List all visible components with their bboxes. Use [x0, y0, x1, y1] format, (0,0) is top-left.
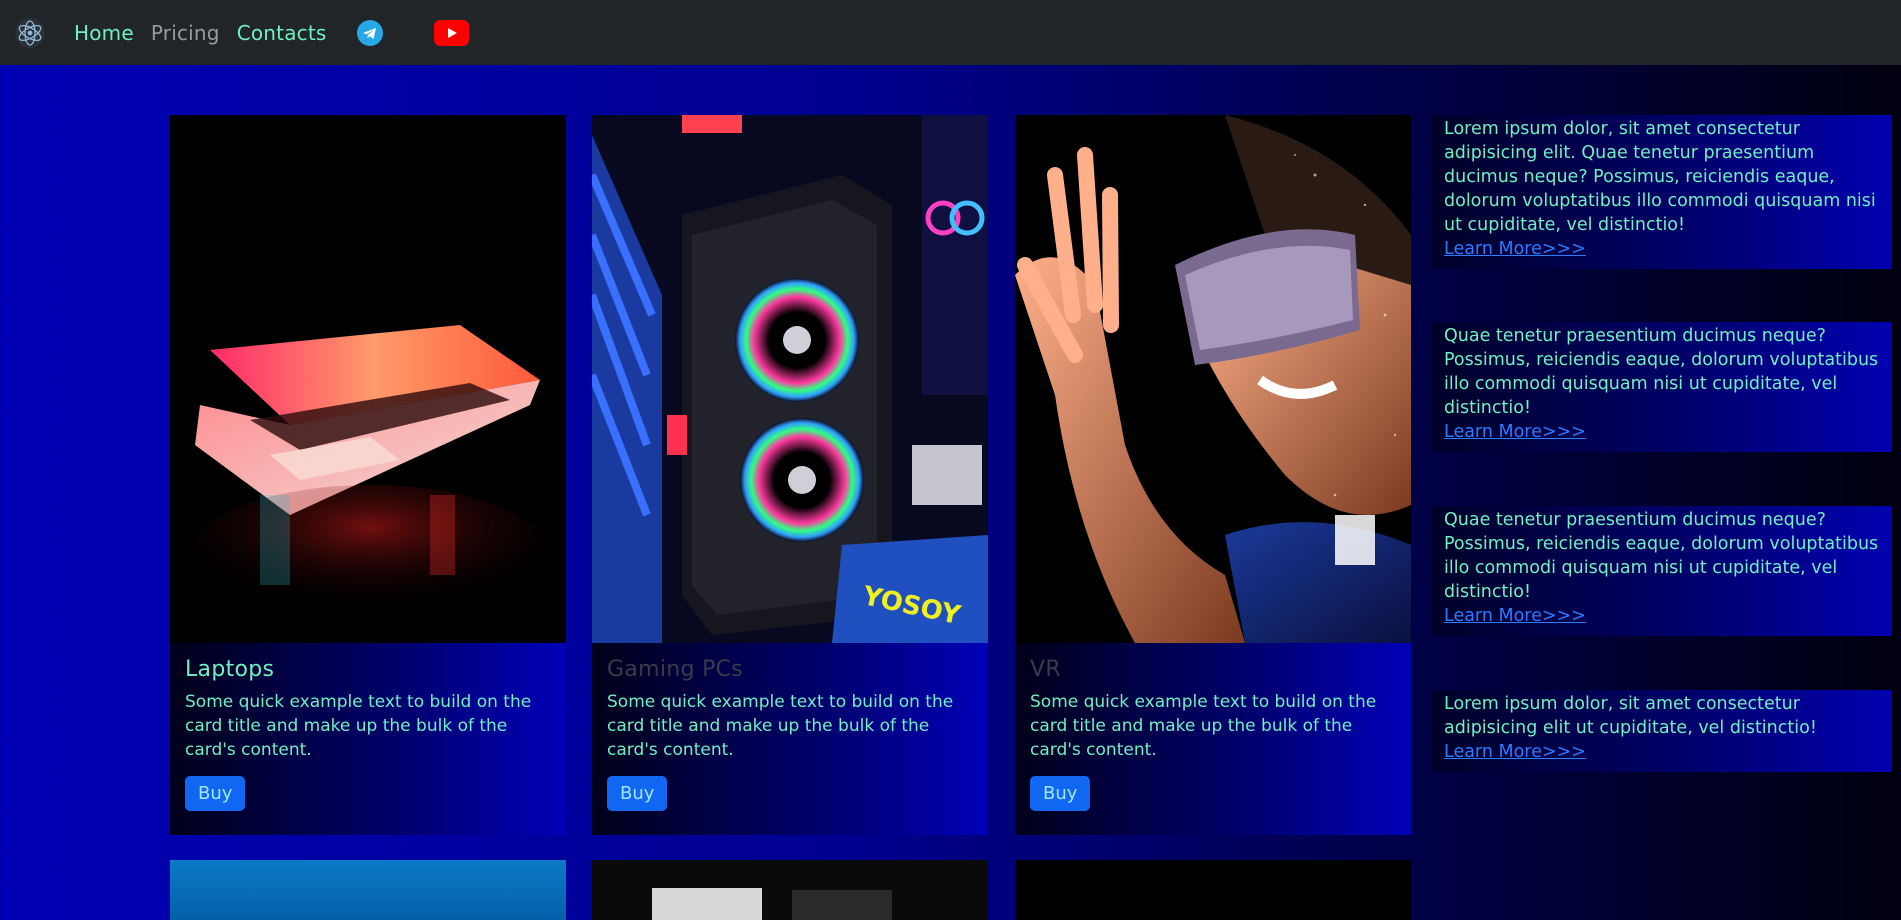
product-card-vr: VR Some quick example text to build on t…	[1015, 115, 1411, 835]
atom-logo-icon[interactable]	[14, 17, 46, 49]
navbar: Home Pricing Contacts	[0, 0, 1901, 65]
buy-button[interactable]: Buy	[1030, 776, 1091, 811]
buy-button[interactable]: Buy	[607, 776, 668, 811]
learn-more-link[interactable]: Learn More>>>	[1444, 237, 1880, 261]
vr-headset-photo	[1015, 115, 1411, 643]
info-text: Quae tenetur praesentium ducimus neque? …	[1444, 326, 1879, 418]
info-text: Quae tenetur praesentium ducimus neque? …	[1444, 510, 1879, 602]
info-box-2: Quae tenetur praesentium ducimus neque? …	[1432, 322, 1892, 452]
product-card-row2-3	[1015, 860, 1411, 920]
nav-link-contacts[interactable]: Contacts	[237, 21, 327, 45]
info-box-4: Lorem ipsum dolor, sit amet consectetur …	[1432, 690, 1892, 772]
product-card-row2-1	[170, 860, 566, 920]
product-card-gaming-pcs: YOSOY Gaming PCs Some quick example text…	[592, 115, 988, 835]
learn-more-link[interactable]: Learn More>>>	[1444, 604, 1880, 628]
laptop-photo	[170, 115, 566, 643]
card-title: Gaming PCs	[607, 657, 744, 682]
buy-button[interactable]: Buy	[185, 776, 246, 811]
product-card-laptops: Laptops Some quick example text to build…	[170, 115, 566, 835]
nav-link-pricing[interactable]: Pricing	[151, 21, 220, 45]
card-text: Some quick example text to build on the …	[1030, 692, 1377, 760]
info-box-3: Quae tenetur praesentium ducimus neque? …	[1432, 506, 1892, 636]
card-title: VR	[1030, 657, 1061, 682]
product-card-row2-2	[592, 860, 988, 920]
nav-link-home[interactable]: Home	[74, 21, 134, 45]
info-text: Lorem ipsum dolor, sit amet consectetur …	[1444, 119, 1876, 235]
card-text: Some quick example text to build on the …	[185, 692, 532, 760]
info-text: Lorem ipsum dolor, sit amet consectetur …	[1444, 694, 1817, 738]
learn-more-link[interactable]: Learn More>>>	[1444, 420, 1880, 444]
learn-more-link[interactable]: Learn More>>>	[1444, 740, 1880, 764]
telegram-icon[interactable]	[356, 19, 383, 46]
youtube-icon[interactable]	[433, 19, 469, 46]
card-title: Laptops	[185, 657, 275, 682]
gaming-pc-photo: YOSOY	[592, 115, 988, 643]
info-box-1: Lorem ipsum dolor, sit amet consectetur …	[1432, 115, 1892, 269]
card-text: Some quick example text to build on the …	[607, 692, 954, 760]
